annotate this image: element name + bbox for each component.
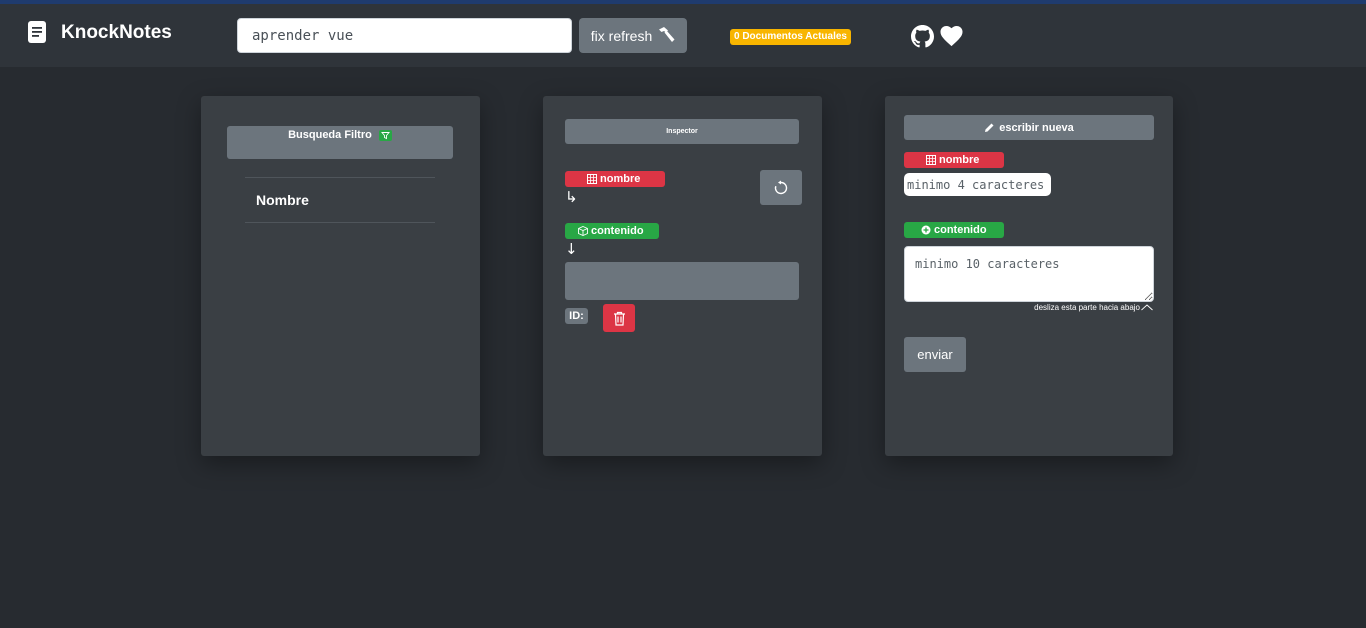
search-filter-button[interactable]: Busqueda Filtro	[227, 126, 453, 159]
box-icon	[578, 226, 588, 236]
content-arrow: ↓	[565, 240, 578, 258]
filter-panel: Busqueda Filtro Nombre	[201, 96, 480, 456]
inspector-button[interactable]: Inspector	[565, 119, 799, 144]
inspector-content-label-text: contenido	[591, 225, 644, 237]
inspector-name-label: nombre	[565, 171, 665, 187]
new-note-panel: escribir nueva nombre contenido desliza …	[885, 96, 1173, 456]
brand-name[interactable]: KnockNotes	[61, 22, 172, 44]
fix-refresh-button[interactable]: fix refresh	[579, 18, 687, 53]
editor-content-label-text: contenido	[934, 224, 987, 236]
scroll-hint-text: desliza esta parte hacia abajo	[1034, 303, 1140, 312]
inspector-name-label-text: nombre	[600, 173, 641, 185]
hammer-icon	[659, 27, 675, 42]
send-button[interactable]: enviar	[904, 337, 966, 372]
grid-icon	[587, 174, 597, 184]
editor-name-label: nombre	[904, 152, 1004, 168]
heart-icon[interactable]	[940, 25, 963, 47]
search-input[interactable]	[237, 18, 572, 53]
delete-button[interactable]	[603, 304, 635, 332]
search-filter-label: Busqueda Filtro	[288, 129, 372, 141]
list-column-header: Nombre	[256, 192, 309, 208]
write-new-label: escribir nueva	[999, 121, 1074, 134]
list-divider	[245, 177, 435, 178]
filter-icon	[378, 129, 392, 141]
pencil-icon	[985, 123, 994, 132]
inspector-panel: Inspector nombre ↳ contenido ↓ ID:	[543, 96, 822, 456]
fix-refresh-label: fix refresh	[590, 27, 653, 44]
list-divider	[245, 222, 435, 223]
document-icon	[28, 21, 46, 43]
grid-icon	[926, 155, 936, 165]
note-name-input[interactable]	[904, 173, 1051, 196]
rotate-icon	[774, 180, 788, 194]
editor-content-label: contenido	[904, 222, 1004, 238]
inspector-content-label: contenido	[565, 223, 659, 239]
navbar: KnockNotes fix refresh 0 Documentos Actu…	[0, 4, 1366, 67]
name-arrow: ↳	[565, 188, 578, 206]
scroll-hint: desliza esta parte hacia abajo	[1034, 303, 1153, 312]
documents-count-badge: 0 Documentos Actuales	[730, 29, 851, 45]
reset-button[interactable]	[760, 170, 802, 205]
github-icon[interactable]	[911, 25, 934, 48]
id-badge: ID:	[565, 308, 588, 324]
write-new-button[interactable]: escribir nueva	[904, 115, 1154, 140]
plus-circle-icon	[921, 225, 931, 235]
editor-name-label-text: nombre	[939, 154, 980, 166]
note-content-textarea[interactable]	[904, 246, 1154, 302]
inspector-content-display	[565, 262, 799, 300]
chevron-up-icon	[1141, 304, 1153, 311]
trash-icon	[613, 311, 625, 326]
